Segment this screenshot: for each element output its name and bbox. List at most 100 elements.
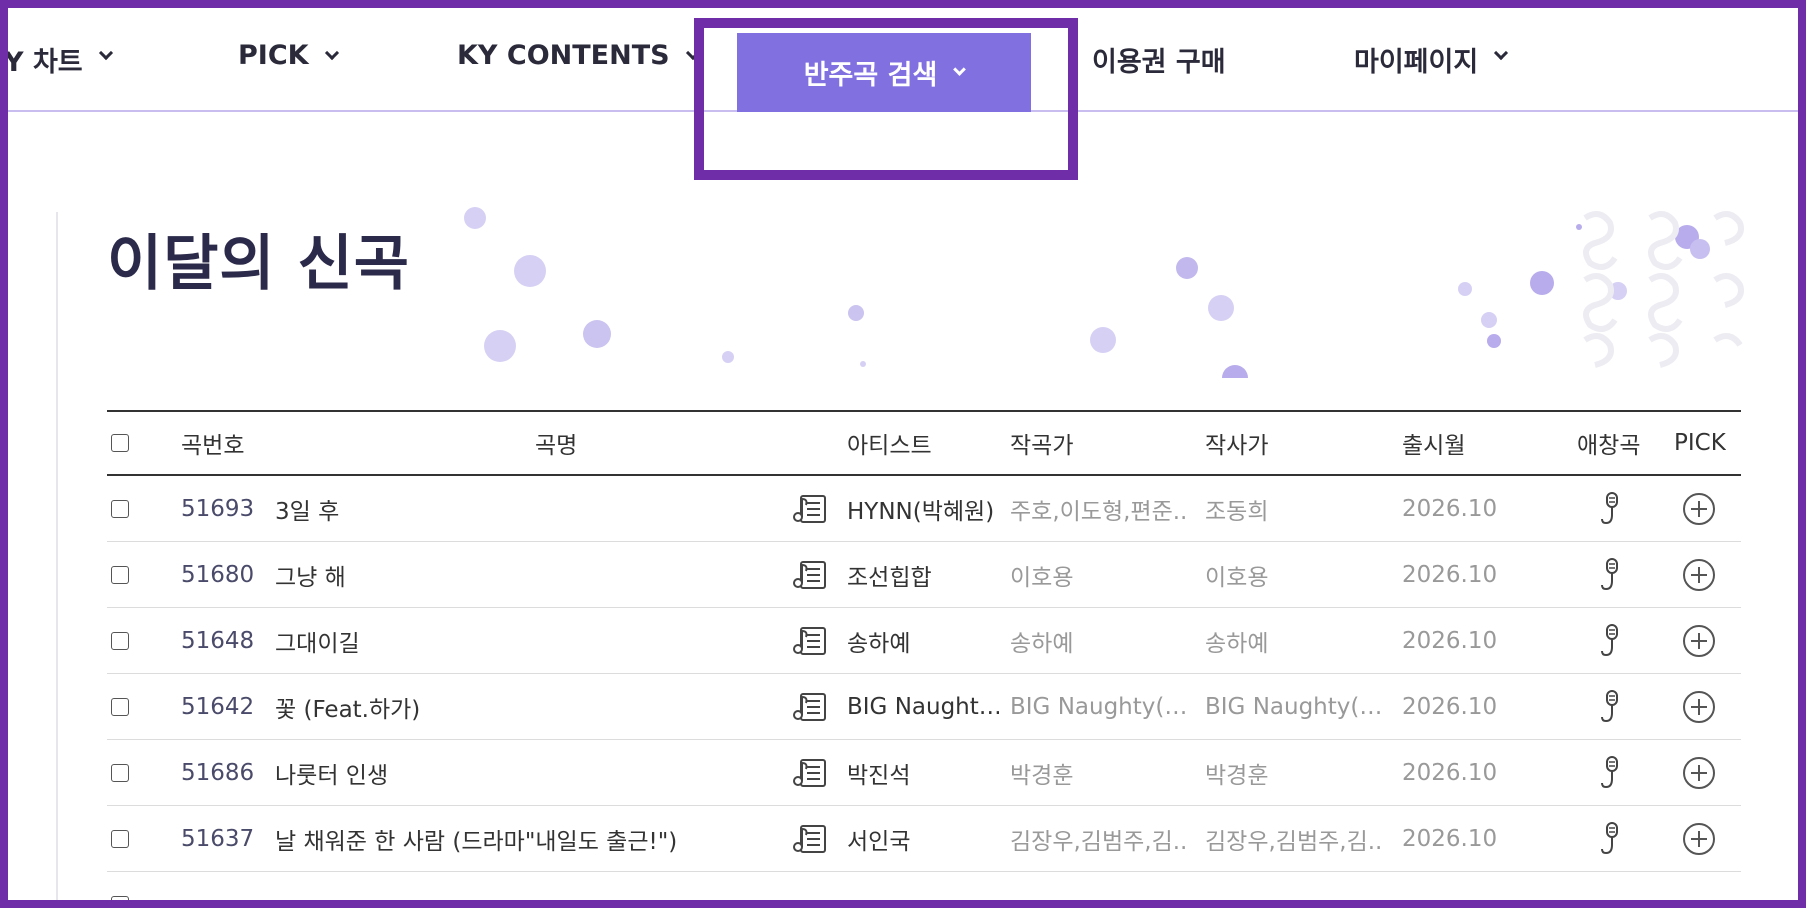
song-title[interactable]: 3일 후	[275, 476, 775, 541]
song-release: 2026.10	[1402, 495, 1498, 522]
table-row: 51648 그대이길 송하예 송하예 송하예 2026.10	[107, 608, 1741, 674]
header-composer: 작곡가	[1010, 433, 1074, 459]
song-lyricist: 송하예	[1205, 630, 1269, 657]
plus-circle-icon	[1683, 690, 1715, 723]
table-row: 51637 날 채워준 한 사람 (드라마"내일도 출근!") 서인국 김장우,…	[107, 806, 1741, 872]
song-composer: 주호,이도형,편준..	[1010, 498, 1188, 525]
table-row-partial	[107, 890, 1741, 908]
header-release: 출시월	[1402, 433, 1466, 459]
checkbox-icon	[111, 896, 129, 908]
plus-circle-icon	[1683, 492, 1715, 525]
pick-add-button[interactable]	[1682, 542, 1716, 607]
microphone-icon[interactable]	[1598, 674, 1624, 739]
header-lyricist: 작사가	[1205, 433, 1269, 459]
song-lyricist: 박경훈	[1205, 762, 1269, 789]
song-artist[interactable]: 서인국	[847, 806, 999, 871]
header-artist: 아티스트	[847, 433, 932, 459]
checkbox-icon	[111, 565, 129, 584]
song-release: 2026.10	[1402, 627, 1498, 654]
row-checkbox[interactable]	[111, 806, 129, 871]
nav-item-ky-contents[interactable]: KY CONTENTS	[457, 40, 700, 120]
nav-item-mypage[interactable]: 마이페이지	[1354, 40, 1509, 120]
page-title: 이달의 신곡	[107, 229, 410, 299]
music-sheet-icon[interactable]	[792, 674, 828, 739]
header-pick: PICK	[1674, 430, 1726, 456]
pick-add-button[interactable]	[1682, 608, 1716, 673]
header-favorite: 애창곡	[1577, 433, 1641, 459]
table-row: 51693 3일 후 HYNN(박혜원) 주호,이도형,편준.. 조동희 202…	[107, 476, 1741, 542]
nav-item-label: 마이페이지	[1354, 47, 1479, 78]
nav-item-ky-chart[interactable]: Y 차트	[4, 40, 113, 120]
song-lyricist: 이호용	[1205, 564, 1269, 591]
microphone-icon[interactable]	[1598, 476, 1624, 541]
song-release: 2026.10	[1402, 561, 1498, 588]
song-number: 51637	[181, 825, 255, 852]
song-composer: 김장우,김범주,김..	[1010, 828, 1188, 855]
divider	[56, 212, 58, 908]
song-artist[interactable]: 박진석	[847, 740, 999, 805]
row-checkbox[interactable]	[111, 740, 129, 805]
music-sheet-icon[interactable]	[792, 608, 828, 673]
song-title[interactable]: 그대이길	[275, 608, 775, 673]
pick-add-button[interactable]	[1682, 806, 1716, 871]
song-release: 2026.10	[1402, 759, 1498, 786]
checkbox-icon	[111, 434, 129, 452]
song-release: 2026.10	[1402, 825, 1498, 852]
checkbox-icon	[111, 499, 129, 518]
row-checkbox[interactable]	[111, 674, 129, 739]
song-artist[interactable]: 조선힙합	[847, 542, 999, 607]
song-lyricist: BIG Naughty(…	[1205, 693, 1383, 720]
nav-item-label: 이용권 구매	[1092, 47, 1226, 78]
song-composer: 송하예	[1010, 630, 1074, 657]
song-artist[interactable]: HYNN(박혜원)	[847, 476, 999, 541]
chevron-down-icon	[1494, 45, 1509, 61]
nav-item-ticket-purchase[interactable]: 이용권 구매	[1092, 40, 1226, 120]
song-title[interactable]: 그냥 해	[275, 542, 775, 607]
song-table: 곡번호 곡명 아티스트 작곡가 작사가 출시월 애창곡 PICK 51693 3…	[107, 410, 1741, 872]
nav-item-label: KY CONTENTS	[457, 40, 670, 71]
pick-add-button[interactable]	[1682, 740, 1716, 805]
pick-add-button[interactable]	[1682, 476, 1716, 541]
nav-item-pick[interactable]: PICK	[238, 40, 339, 120]
song-release: 2026.10	[1402, 693, 1498, 720]
song-number: 51693	[181, 495, 255, 522]
song-composer: 이호용	[1010, 564, 1074, 591]
song-artist[interactable]: BIG Naught…	[847, 674, 999, 739]
music-sheet-icon[interactable]	[792, 476, 828, 541]
music-sheet-icon[interactable]	[792, 542, 828, 607]
row-checkbox[interactable]	[111, 476, 129, 541]
song-title[interactable]: 나룻터 인생	[275, 740, 775, 805]
song-number: 51648	[181, 627, 255, 654]
microphone-icon[interactable]	[1598, 806, 1624, 871]
microphone-icon[interactable]	[1598, 740, 1624, 805]
plus-circle-icon	[1683, 756, 1715, 789]
highlight-box	[694, 18, 1078, 180]
chevron-down-icon	[98, 45, 113, 61]
plus-circle-icon	[1683, 822, 1715, 855]
plus-circle-icon	[1683, 624, 1715, 657]
row-checkbox[interactable]	[111, 542, 129, 607]
song-number: 51680	[181, 561, 255, 588]
song-composer: 박경훈	[1010, 762, 1074, 789]
checkbox-icon	[111, 631, 129, 650]
table-row: 51642 꽃 (Feat.하가) BIG Naught… BIG Naught…	[107, 674, 1741, 740]
header-number: 곡번호	[181, 433, 245, 459]
song-lyricist: 김장우,김범주,김..	[1205, 828, 1383, 855]
checkbox-icon	[111, 829, 129, 848]
song-title[interactable]: 꽃 (Feat.하가)	[275, 674, 775, 739]
select-all-checkbox[interactable]	[111, 412, 129, 474]
nav-item-label: Y 차트	[4, 47, 83, 78]
table-row: 51680 그냥 해 조선힙합 이호용 이호용 2026.10	[107, 542, 1741, 608]
music-sheet-icon[interactable]	[792, 740, 828, 805]
pick-add-button[interactable]	[1682, 674, 1716, 739]
table-header: 곡번호 곡명 아티스트 작곡가 작사가 출시월 애창곡 PICK	[107, 410, 1741, 476]
checkbox-icon	[111, 697, 129, 716]
music-sheet-icon[interactable]	[792, 806, 828, 871]
microphone-icon[interactable]	[1598, 542, 1624, 607]
song-number: 51642	[181, 693, 255, 720]
song-number: 51686	[181, 759, 255, 786]
row-checkbox[interactable]	[111, 608, 129, 673]
microphone-icon[interactable]	[1598, 608, 1624, 673]
song-artist[interactable]: 송하예	[847, 608, 999, 673]
song-title[interactable]: 날 채워준 한 사람 (드라마"내일도 출근!")	[275, 806, 775, 871]
